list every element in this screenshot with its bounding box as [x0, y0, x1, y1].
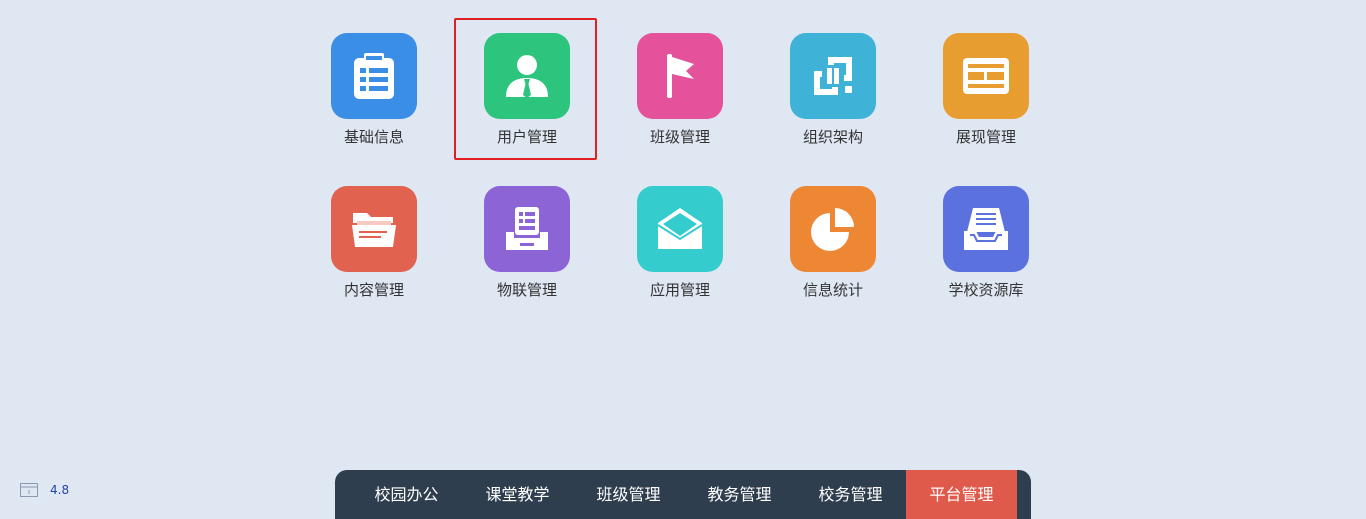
layout-panel-icon	[963, 58, 1009, 94]
user-tie-icon	[506, 55, 548, 98]
app-label: 用户管理	[496, 128, 557, 146]
device-tray-icon	[506, 207, 548, 250]
app-tile[interactable]	[331, 186, 417, 272]
app-tile[interactable]	[637, 33, 723, 119]
app-tile[interactable]	[484, 33, 570, 119]
app-label: 班级管理	[649, 128, 710, 146]
app-info-statistics[interactable]: 信息统计	[790, 186, 876, 299]
app-label: 组织架构	[802, 128, 863, 146]
nav-item-academic-affairs[interactable]: 教务管理	[684, 470, 795, 519]
folder-icon	[352, 213, 396, 247]
app-school-resource-library[interactable]: 学校资源库	[943, 186, 1029, 299]
version-number: 4.8	[50, 483, 70, 497]
app-basic-info[interactable]: 基础信息	[331, 33, 417, 146]
app-tile[interactable]	[943, 186, 1029, 272]
nav-item-campus-office[interactable]: 校园办公	[351, 470, 462, 519]
app-content-management[interactable]: 内容管理	[331, 186, 417, 299]
nav-item-class-management[interactable]: 班级管理	[573, 470, 684, 519]
app-application-management[interactable]: 应用管理	[637, 186, 723, 299]
app-label: 内容管理	[343, 281, 404, 299]
app-label: 学校资源库	[948, 281, 1024, 299]
app-org-structure[interactable]: 组织架构	[790, 33, 876, 146]
inbox-tray-icon	[964, 208, 1008, 250]
app-tile[interactable]	[943, 33, 1029, 119]
app-tile[interactable]	[637, 186, 723, 272]
app-label: 物联管理	[496, 281, 557, 299]
bottom-navigation-bar: 校园办公 课堂教学 班级管理 教务管理 校务管理 平台管理	[335, 470, 1031, 519]
app-label: 基础信息	[343, 128, 404, 146]
nav-item-school-affairs[interactable]: 校务管理	[795, 470, 906, 519]
flag-icon	[667, 54, 694, 98]
app-tile[interactable]	[790, 186, 876, 272]
clipboard-list-icon	[354, 53, 394, 99]
app-tile[interactable]	[331, 33, 417, 119]
linked-squares-icon	[814, 57, 852, 95]
app-label: 信息统计	[802, 281, 863, 299]
app-tile[interactable]	[484, 186, 570, 272]
app-tile[interactable]	[790, 33, 876, 119]
app-user-management[interactable]: 用户管理	[484, 33, 570, 146]
pie-chart-icon	[811, 208, 854, 251]
window-icon[interactable]	[20, 483, 38, 497]
app-label: 应用管理	[649, 281, 710, 299]
nav-item-classroom-teaching[interactable]: 课堂教学	[462, 470, 573, 519]
version-info: 4.8	[20, 483, 69, 497]
open-envelope-icon	[657, 208, 703, 249]
app-label: 展现管理	[955, 128, 1016, 146]
app-class-management[interactable]: 班级管理	[637, 33, 723, 146]
nav-item-platform-management[interactable]: 平台管理	[906, 470, 1017, 519]
app-iot-management[interactable]: 物联管理	[484, 186, 570, 299]
app-display-management[interactable]: 展现管理	[943, 33, 1029, 146]
